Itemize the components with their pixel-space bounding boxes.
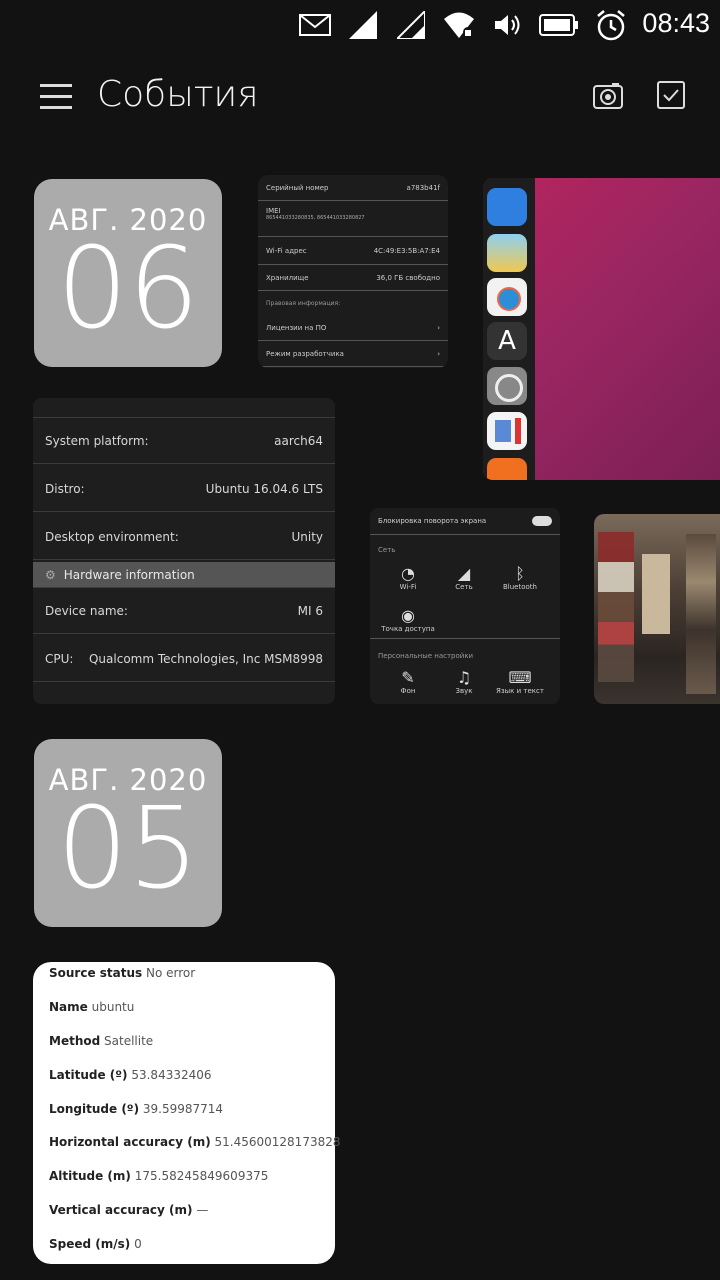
contacts-icon: [487, 412, 527, 450]
cellular-tile: ◢ Сеть: [455, 564, 473, 591]
list-item: Device name: MI 6: [33, 588, 335, 634]
list-item: Режим разработчика ›: [258, 341, 448, 367]
status-bar: 08:43: [0, 0, 720, 50]
photo-thumbnail[interactable]: [594, 514, 720, 704]
store-icon: A: [487, 322, 527, 360]
section-header: Правовая информация:: [266, 299, 341, 307]
screenshot-thumbnail-location[interactable]: Source status No error Name ubuntu Metho…: [33, 962, 341, 1264]
volume-icon: [492, 10, 522, 40]
list-item: Distro: Ubuntu 16.04.6 LTS: [33, 466, 335, 512]
menu-icon[interactable]: [40, 84, 72, 110]
screenshot-thumbnail-quick-settings[interactable]: Блокировка поворота экрана Сеть ◔ Wi-Fi ◢…: [370, 508, 560, 704]
list-item: [33, 398, 335, 418]
alarm-icon: [594, 10, 628, 41]
hotspot-tile: ◉ Точка доступа: [381, 606, 435, 633]
date-day: 06: [56, 224, 200, 354]
screenshot-thumbnail-system-info[interactable]: System platform: aarch64 Distro: Ubuntu 16…: [33, 398, 335, 704]
settings-app-icon: [487, 367, 527, 405]
mail-icon: [298, 10, 332, 40]
list-item: Source status No error: [49, 966, 196, 980]
screenshot-thumbnail-about[interactable]: Серийный номер a783b41f IMEI 8654410332808…: [258, 175, 448, 368]
select-icon[interactable]: [656, 80, 688, 112]
list-item: Лицензии на ПО ›: [258, 315, 448, 341]
list-item: Method Satellite: [49, 1034, 154, 1048]
toggle-icon: [532, 516, 552, 526]
list-item: Хранилище 36,0 ГБ свободно: [258, 265, 448, 291]
list-item: Блокировка поворота экрана: [378, 516, 552, 526]
screenshot-thumbnail-launcher[interactable]: A: [483, 178, 720, 480]
list-item: Name ubuntu: [49, 1000, 135, 1014]
status-time: 08:43: [642, 8, 710, 38]
wifi-icon: [442, 10, 476, 40]
section-header: ⚙ Hardware information: [33, 562, 335, 588]
list-item: Wi-Fi адрес 4C:49:E3:5B:A7:E4: [258, 237, 448, 265]
signal-icon-2: [396, 10, 426, 40]
list-item: Altitude (m) 175.58245849609375: [49, 1169, 269, 1183]
camera-app-icon: [487, 278, 527, 316]
list-item: System platform: aarch64: [33, 418, 335, 464]
sound-tile: ♫ Звук: [455, 668, 473, 695]
list-item: Desktop environment: Unity: [33, 514, 335, 560]
language-tile: ⌨ Язык и текст: [496, 668, 544, 695]
list-item: Vertical accuracy (m) —: [49, 1203, 209, 1217]
date-tile[interactable]: АВГ. 2020 05: [34, 739, 222, 927]
list-item: CPU: Qualcomm Technologies, Inc MSM8998: [33, 636, 335, 682]
browser-icon: [487, 188, 527, 226]
list-item: Speed (m/s) 0: [49, 1237, 142, 1251]
battery-icon: [538, 10, 580, 40]
background-tile: ✎ Фон: [400, 668, 416, 695]
page-title: События: [97, 74, 259, 115]
bluetooth-tile: ᛒ Bluetooth: [503, 564, 537, 591]
gallery-icon: [487, 234, 527, 272]
date-day: 05: [56, 784, 200, 914]
list-item: Longitude (º) 39.59987714: [49, 1102, 224, 1116]
list-item: Horizontal accuracy (m) 51.4560012817382…: [49, 1135, 341, 1149]
list-item: Latitude (º) 53.84332406: [49, 1068, 212, 1082]
signal-icon: [348, 10, 378, 40]
app-icon: [487, 458, 527, 480]
date-tile[interactable]: АВГ. 2020 06: [34, 179, 222, 367]
wifi-tile: ◔ Wi-Fi: [399, 564, 417, 591]
list-item: Серийный номер a783b41f: [258, 175, 448, 201]
list-item: IMEI 865441033280835, 865441033280827: [258, 201, 448, 237]
camera-icon[interactable]: [592, 80, 624, 112]
